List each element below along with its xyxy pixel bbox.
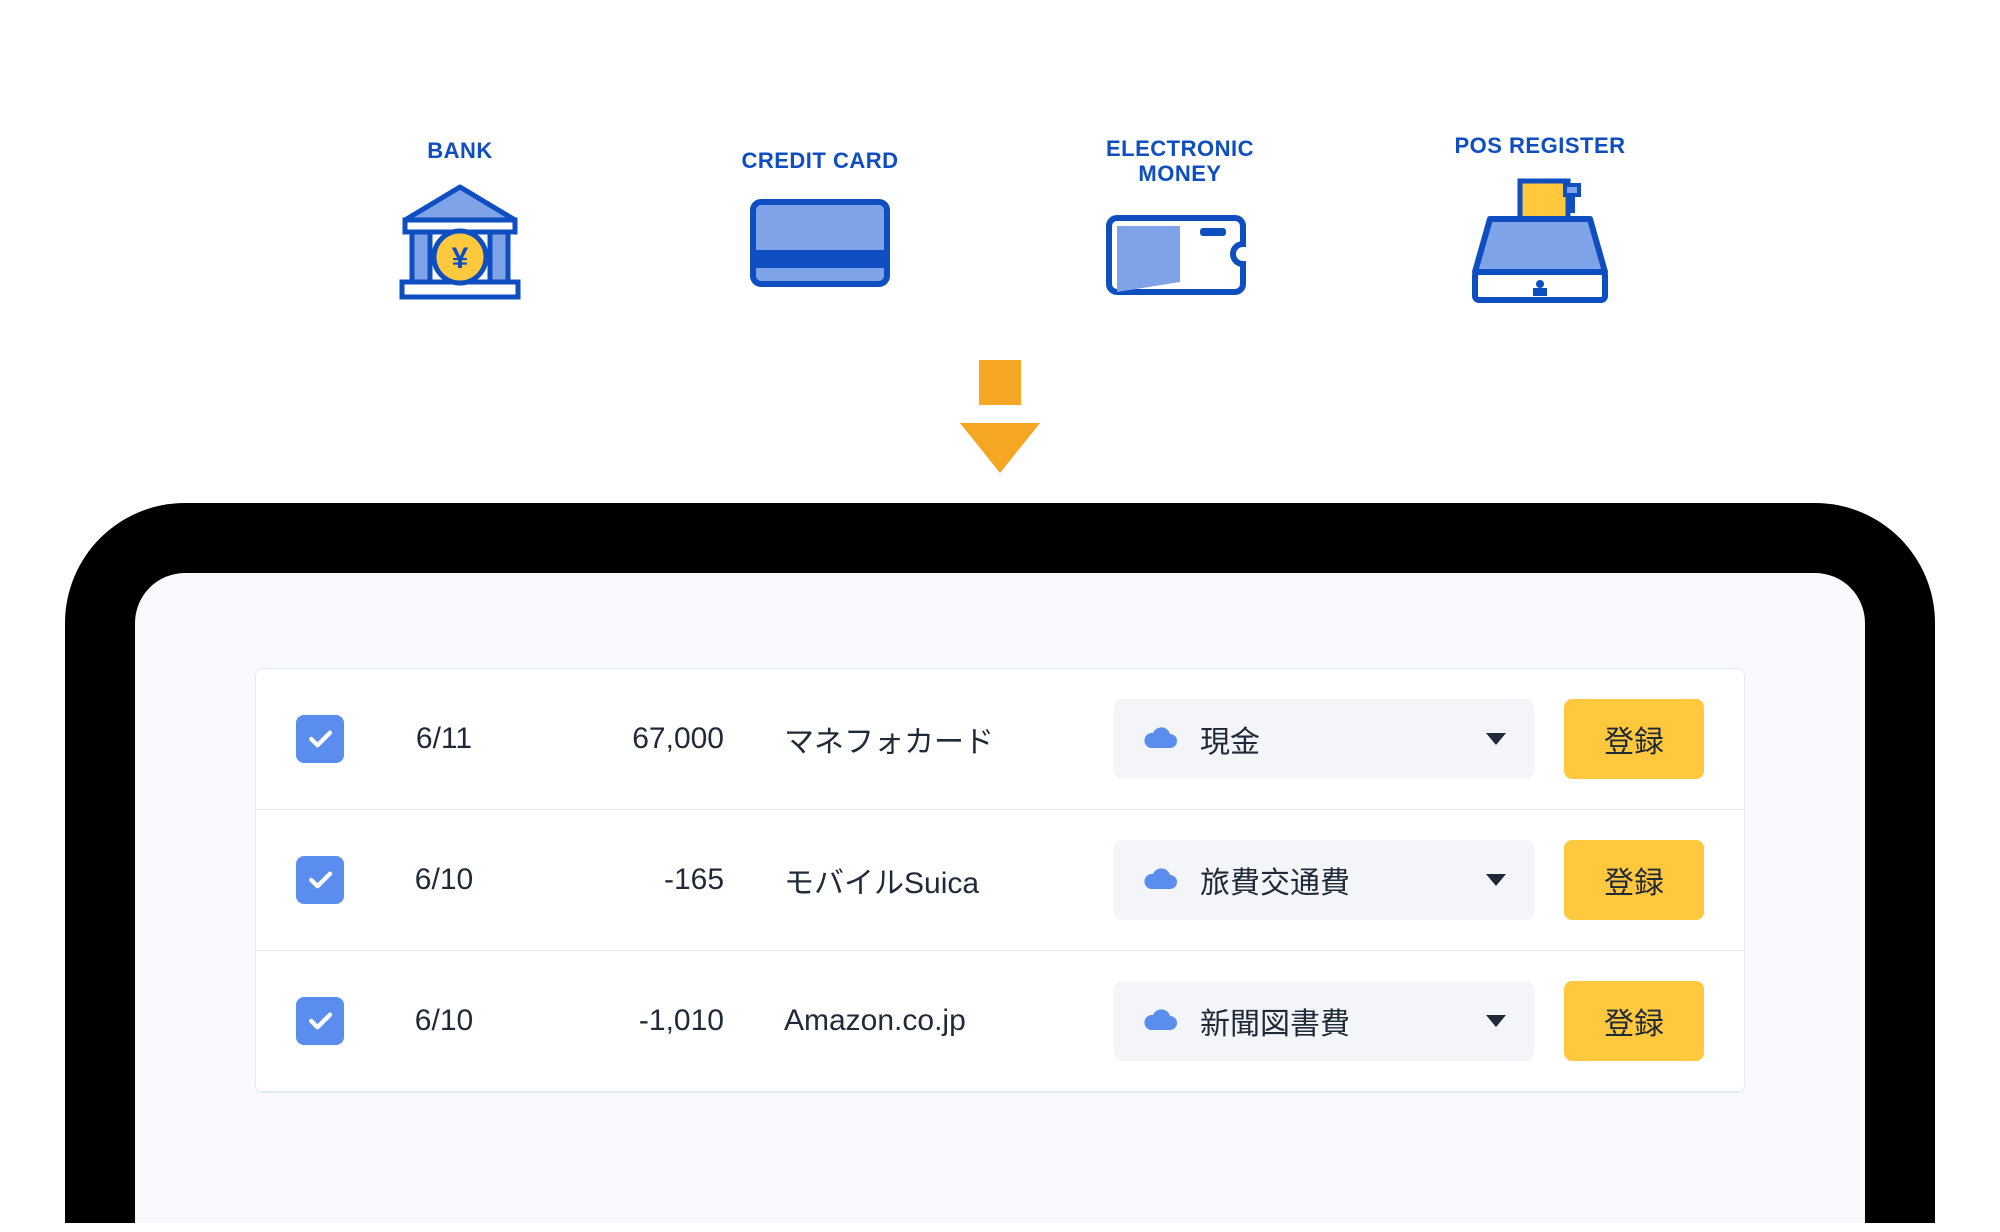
transaction-date: 6/10 [374, 863, 514, 897]
transactions-table: 6/11 67,000 マネフォカード 現金 登録 6/10 -1 [255, 668, 1745, 1093]
row-checkbox[interactable] [296, 715, 344, 763]
transaction-amount: -165 [544, 863, 724, 897]
source-electronic-money: ELECTRONIC MONEY [1040, 80, 1320, 360]
category-value: 現金 [1200, 717, 1260, 761]
table-row: 6/10 -1,010 Amazon.co.jp 新聞図書費 登録 [256, 951, 1744, 1092]
transaction-amount: 67,000 [544, 722, 724, 756]
register-button[interactable]: 登録 [1564, 699, 1704, 779]
transaction-description: モバイルSuica [754, 858, 1084, 902]
credit-card-icon [745, 192, 895, 292]
category-value: 旅費交通費 [1200, 858, 1350, 902]
pos-register-icon [1465, 177, 1615, 307]
register-button[interactable]: 登録 [1564, 840, 1704, 920]
transaction-description: Amazon.co.jp [754, 1004, 1084, 1038]
chevron-down-icon [1486, 733, 1506, 745]
cloud-icon [1142, 867, 1178, 893]
electronic-money-icon [1105, 204, 1255, 304]
data-sources-row: BANK ¥ CREDIT CARD ELECTRONIC MONEY [0, 0, 2000, 360]
table-row: 6/11 67,000 マネフォカード 現金 登録 [256, 669, 1744, 810]
category-select[interactable]: 新聞図書費 [1114, 981, 1534, 1061]
transaction-description: マネフォカード [754, 717, 1084, 761]
source-electronic-money-label: ELECTRONIC MONEY [1106, 136, 1254, 187]
bank-icon: ¥ [390, 182, 530, 302]
device-frame: 6/11 67,000 マネフォカード 現金 登録 6/10 -1 [65, 503, 1935, 1223]
source-bank-label: BANK [427, 138, 493, 163]
source-credit-card: CREDIT CARD [680, 80, 960, 360]
row-checkbox[interactable] [296, 856, 344, 904]
source-bank: BANK ¥ [320, 80, 600, 360]
category-select[interactable]: 現金 [1114, 699, 1534, 779]
category-select[interactable]: 旅費交通費 [1114, 840, 1534, 920]
source-pos-register: POS REGISTER [1400, 80, 1680, 360]
cloud-icon [1142, 1008, 1178, 1034]
table-row: 6/10 -165 モバイルSuica 旅費交通費 登録 [256, 810, 1744, 951]
device-screen: 6/11 67,000 マネフォカード 現金 登録 6/10 -1 [135, 573, 1865, 1223]
transaction-date: 6/11 [374, 722, 514, 756]
source-credit-card-label: CREDIT CARD [741, 148, 898, 173]
category-value: 新聞図書費 [1200, 999, 1350, 1043]
chevron-down-icon [1486, 1015, 1506, 1027]
register-button[interactable]: 登録 [1564, 981, 1704, 1061]
transaction-amount: -1,010 [544, 1004, 724, 1038]
cloud-icon [1142, 726, 1178, 752]
arrow-down-icon [0, 370, 2000, 473]
transaction-date: 6/10 [374, 1004, 514, 1038]
source-pos-register-label: POS REGISTER [1454, 133, 1625, 158]
chevron-down-icon [1486, 874, 1506, 886]
svg-text:¥: ¥ [452, 242, 469, 275]
row-checkbox[interactable] [296, 997, 344, 1045]
